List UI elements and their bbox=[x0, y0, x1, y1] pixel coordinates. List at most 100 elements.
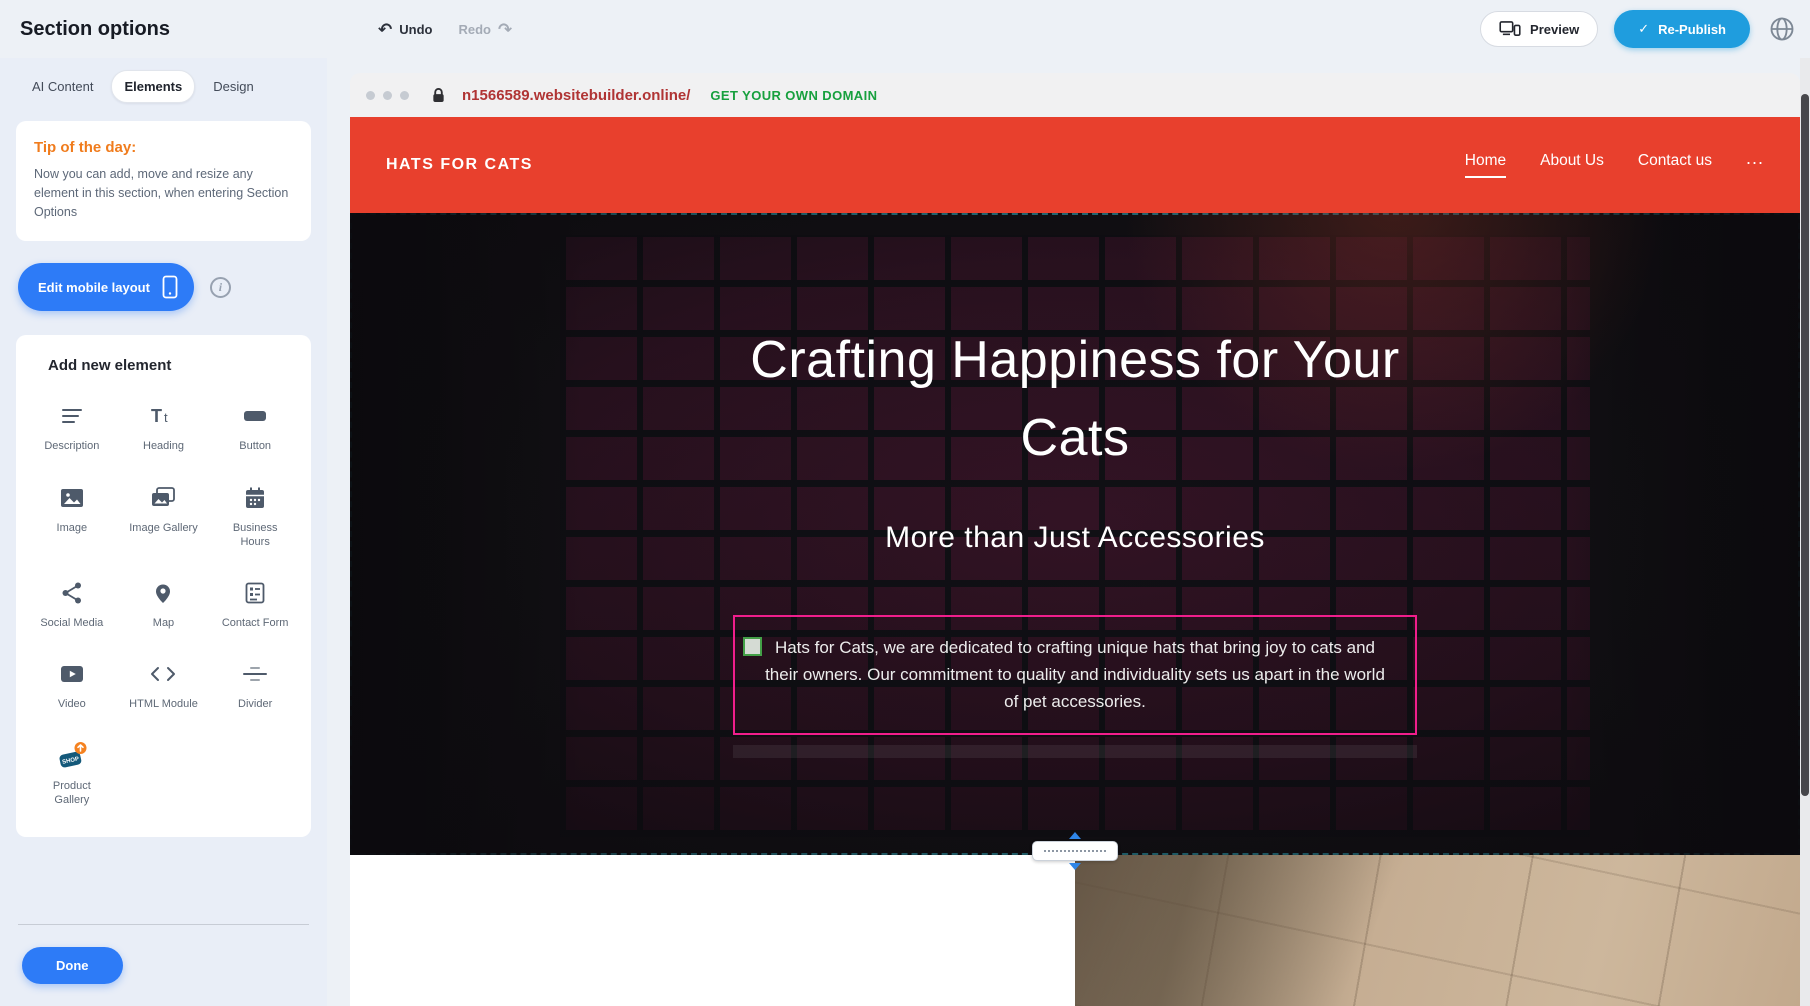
next-section-preview bbox=[350, 855, 1800, 1006]
hero-section-selected[interactable]: Crafting Happiness for Your Cats More th… bbox=[350, 213, 1800, 855]
add-element-card: Add new element Description bbox=[16, 335, 311, 837]
hero-paragraph[interactable]: Hats for Cats, we are dedicated to craft… bbox=[763, 634, 1387, 716]
nav-contact-us[interactable]: Contact us bbox=[1638, 152, 1712, 178]
sidebar-bottom: Done bbox=[16, 924, 311, 1006]
browser-bar: n1566589.websitebuilder.online/ GET YOUR… bbox=[350, 73, 1800, 117]
map-icon bbox=[151, 577, 175, 609]
phone-icon bbox=[162, 275, 178, 299]
republish-button[interactable]: ✓ Re-Publish bbox=[1614, 10, 1750, 48]
site-header: HATS FOR CATS Home About Us Contact us .… bbox=[350, 117, 1800, 213]
check-icon: ✓ bbox=[1638, 21, 1649, 37]
business-hours-icon bbox=[243, 482, 267, 514]
site-logo[interactable]: HATS FOR CATS bbox=[386, 156, 533, 174]
redo-icon: ↷ bbox=[498, 21, 512, 38]
page-title: Section options bbox=[0, 18, 350, 41]
scrollbar-thumb[interactable] bbox=[1801, 94, 1809, 796]
tab-design[interactable]: Design bbox=[201, 71, 265, 102]
tab-ai-content[interactable]: AI Content bbox=[20, 71, 105, 102]
html-module-icon bbox=[150, 658, 176, 690]
main-content: AI Content Elements Design Tip of the da… bbox=[0, 58, 1810, 1006]
lock-icon bbox=[431, 87, 446, 103]
devices-icon bbox=[1499, 21, 1521, 37]
tip-title: Tip of the day: bbox=[34, 139, 293, 156]
description-icon bbox=[60, 400, 84, 432]
edit-mobile-label: Edit mobile layout bbox=[38, 280, 150, 295]
resize-dotted-line bbox=[1044, 850, 1106, 852]
history-controls: ↶ Undo Redo ↷ bbox=[378, 21, 512, 38]
site-nav: Home About Us Contact us ... bbox=[1465, 148, 1764, 183]
video-icon bbox=[59, 658, 85, 690]
element-button[interactable]: Button bbox=[209, 400, 301, 453]
divider-icon bbox=[242, 658, 268, 690]
globe-icon bbox=[1768, 15, 1796, 43]
resize-pill bbox=[1032, 841, 1118, 861]
hero-subheading[interactable]: More than Just Accessories bbox=[885, 521, 1265, 555]
element-divider[interactable]: Divider bbox=[209, 658, 301, 711]
site-preview-window: n1566589.websitebuilder.online/ GET YOUR… bbox=[350, 73, 1800, 1006]
next-section-white-area bbox=[350, 855, 1075, 1006]
svg-text:t: t bbox=[164, 410, 168, 425]
element-image[interactable]: Image bbox=[26, 482, 118, 550]
sidebar-tabs: AI Content Elements Design bbox=[16, 64, 311, 109]
redo-button[interactable]: Redo ↷ bbox=[458, 21, 512, 38]
paragraph-shadow bbox=[733, 745, 1417, 758]
element-map[interactable]: Map bbox=[118, 577, 210, 630]
undo-label: Undo bbox=[399, 22, 432, 37]
contact-form-icon bbox=[243, 577, 267, 609]
hero-heading[interactable]: Crafting Happiness for Your Cats bbox=[735, 321, 1415, 477]
element-contact-form[interactable]: Contact Form bbox=[209, 577, 301, 630]
redo-label: Redo bbox=[458, 22, 491, 37]
drag-handle[interactable] bbox=[743, 637, 762, 656]
editor-canvas: n1566589.websitebuilder.online/ GET YOUR… bbox=[327, 58, 1810, 1006]
element-product-gallery[interactable]: SHOP Product Gallery bbox=[26, 740, 118, 808]
topbar: Section options ↶ Undo Redo ↷ Preview bbox=[0, 0, 1810, 58]
image-gallery-icon bbox=[150, 482, 176, 514]
undo-button[interactable]: ↶ Undo bbox=[378, 21, 432, 38]
window-dot bbox=[366, 91, 375, 100]
window-dot bbox=[383, 91, 392, 100]
language-globe-button[interactable] bbox=[1768, 15, 1796, 43]
tab-elements[interactable]: Elements bbox=[111, 70, 195, 103]
element-grid: Description T t Heading bbox=[26, 400, 301, 807]
nav-home[interactable]: Home bbox=[1465, 152, 1506, 178]
sidebar-divider bbox=[18, 924, 309, 925]
preview-label: Preview bbox=[1530, 22, 1579, 37]
resize-arrow-up-icon bbox=[1069, 832, 1081, 839]
image-icon bbox=[59, 482, 85, 514]
preview-button[interactable]: Preview bbox=[1480, 11, 1598, 47]
section-resize-handle[interactable] bbox=[1032, 832, 1118, 870]
element-social-media[interactable]: Social Media bbox=[26, 577, 118, 630]
republish-label: Re-Publish bbox=[1658, 22, 1726, 37]
edit-mobile-layout-button[interactable]: Edit mobile layout bbox=[18, 263, 194, 311]
app-window: Section options ↶ Undo Redo ↷ Preview bbox=[0, 0, 1810, 1006]
get-domain-link[interactable]: GET YOUR OWN DOMAIN bbox=[710, 88, 877, 103]
paragraph-selection-box[interactable]: Hats for Cats, we are dedicated to craft… bbox=[733, 615, 1417, 735]
element-html-module[interactable]: HTML Module bbox=[118, 658, 210, 711]
element-business-hours[interactable]: Business Hours bbox=[209, 482, 301, 550]
nav-about-us[interactable]: About Us bbox=[1540, 152, 1604, 178]
social-media-icon bbox=[60, 577, 84, 609]
site-url[interactable]: n1566589.websitebuilder.online/ bbox=[462, 87, 690, 104]
canvas-scrollbar[interactable] bbox=[1800, 58, 1810, 1006]
element-description[interactable]: Description bbox=[26, 400, 118, 453]
section-options-sidebar: AI Content Elements Design Tip of the da… bbox=[0, 58, 327, 1006]
element-heading[interactable]: T t Heading bbox=[118, 400, 210, 453]
product-gallery-icon: SHOP bbox=[56, 740, 88, 772]
nav-more[interactable]: ... bbox=[1746, 148, 1764, 183]
info-icon[interactable]: i bbox=[210, 277, 231, 298]
svg-text:T: T bbox=[151, 406, 162, 426]
site-page: HATS FOR CATS Home About Us Contact us .… bbox=[350, 117, 1800, 1006]
add-element-title: Add new element bbox=[26, 357, 301, 374]
next-section-floor-image bbox=[1075, 855, 1800, 1006]
tip-of-the-day-card: Tip of the day: Now you can add, move an… bbox=[16, 121, 311, 241]
element-image-gallery[interactable]: Image Gallery bbox=[118, 482, 210, 550]
heading-icon: T t bbox=[150, 400, 176, 432]
done-button[interactable]: Done bbox=[22, 947, 123, 984]
window-dot bbox=[400, 91, 409, 100]
undo-icon: ↶ bbox=[378, 21, 392, 38]
resize-arrow-down-icon bbox=[1069, 863, 1081, 870]
mobile-layout-row: Edit mobile layout i bbox=[18, 263, 311, 311]
element-video[interactable]: Video bbox=[26, 658, 118, 711]
button-icon bbox=[242, 400, 268, 432]
tip-body: Now you can add, move and resize any ele… bbox=[34, 165, 293, 221]
